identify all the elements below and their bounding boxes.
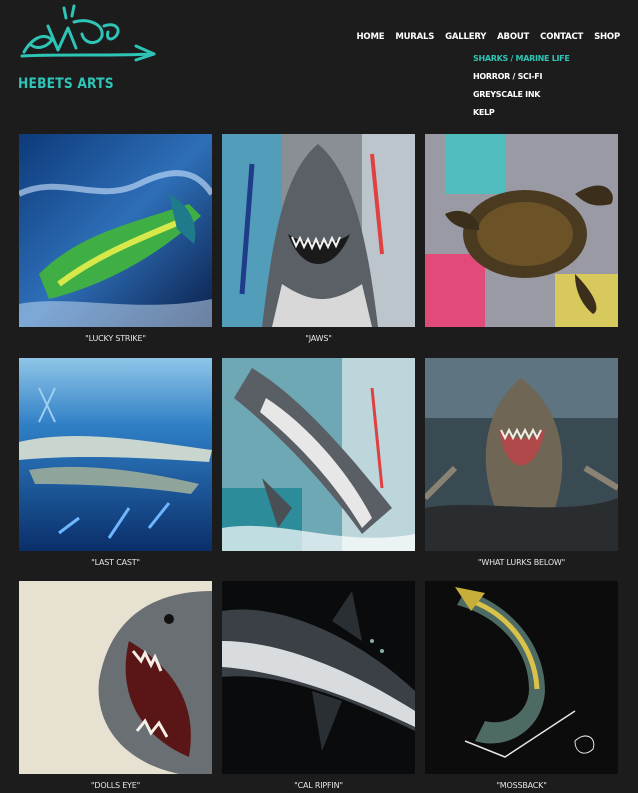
nav-gallery[interactable]: GALLERY: [445, 32, 486, 42]
nav-shop[interactable]: SHOP: [594, 32, 620, 42]
submenu-horror-scifi[interactable]: HORROR / SCI-FI: [473, 72, 570, 90]
artwork-image-sea-turtle[interactable]: [425, 134, 618, 327]
artwork-image-mossback[interactable]: [425, 581, 618, 774]
artwork-image-dolls-eye[interactable]: [19, 581, 212, 774]
artwork-card[interactable]: [425, 134, 618, 334]
artwork-caption: "CAL RIPFIN": [294, 781, 343, 790]
site-title[interactable]: HEBETS ARTS: [18, 76, 114, 92]
artwork-card[interactable]: "WHAT LURKS BELOW": [425, 358, 618, 567]
nav-about[interactable]: ABOUT: [497, 32, 529, 42]
artwork-card[interactable]: "MOSSBACK": [425, 581, 618, 790]
nav-murals[interactable]: MURALS: [395, 32, 434, 42]
artwork-caption: "JAWS": [305, 334, 332, 343]
submenu-kelp[interactable]: KELP: [473, 108, 570, 126]
nav-home[interactable]: HOME: [357, 32, 385, 42]
artwork-card[interactable]: "JAWS": [222, 134, 415, 343]
artwork-card[interactable]: "CAL RIPFIN": [222, 581, 415, 790]
artwork-caption: "LUCKY STRIKE": [85, 334, 146, 343]
artwork-card[interactable]: "DOLLS EYE": [19, 581, 212, 790]
artwork-image-last-cast[interactable]: [19, 358, 212, 551]
artwork-caption: "LAST CAST": [91, 558, 140, 567]
artwork-image-jaws[interactable]: [222, 134, 415, 327]
artwork-card[interactable]: "LAST CAST": [19, 358, 212, 567]
graffiti-signature-logo[interactable]: [18, 4, 158, 64]
artwork-image-breaching-shark[interactable]: [222, 358, 415, 551]
artwork-caption: "DOLLS EYE": [90, 781, 141, 790]
artwork-image-cal-ripfin[interactable]: [222, 581, 415, 774]
artwork-caption: "MOSSBACK": [496, 781, 547, 790]
gallery-submenu: SHARKS / MARINE LIFE HORROR / SCI-FI GRE…: [473, 54, 570, 126]
artwork-caption: "WHAT LURKS BELOW": [477, 558, 566, 567]
nav-contact[interactable]: CONTACT: [540, 32, 583, 42]
artwork-image-what-lurks-below[interactable]: [425, 358, 618, 551]
submenu-sharks-marine-life[interactable]: SHARKS / MARINE LIFE: [473, 54, 570, 72]
artwork-image-mahi[interactable]: [19, 134, 212, 327]
artwork-card[interactable]: [222, 358, 415, 558]
submenu-greyscale-ink[interactable]: GREYSCALE INK: [473, 90, 570, 108]
main-nav: HOME MURALS GALLERY ABOUT CONTACT SHOP: [357, 32, 621, 42]
artwork-card[interactable]: "LUCKY STRIKE": [19, 134, 212, 343]
